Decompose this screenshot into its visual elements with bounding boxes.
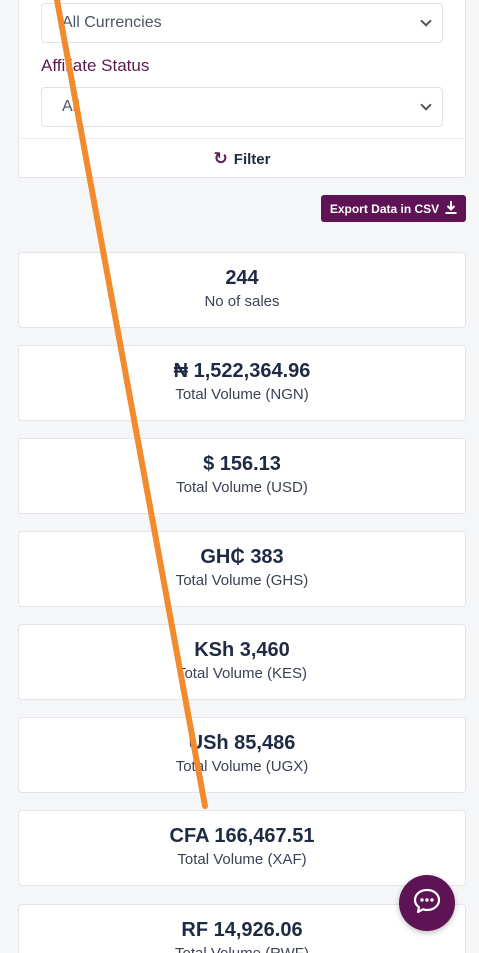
export-csv-button[interactable]: Export Data in CSV	[321, 195, 466, 222]
divider	[19, 138, 465, 139]
stat-card-sales: 244 No of sales	[18, 252, 466, 328]
affiliate-status-select-value: All	[62, 98, 80, 115]
filter-button-label: Filter	[233, 150, 271, 168]
stat-value: ₦ 1,522,364.96	[173, 360, 311, 382]
stat-label: Total Volume (GHS)	[175, 572, 309, 589]
refresh-icon: ↻	[213, 149, 228, 168]
stat-card-usd: $ 156.13 Total Volume (USD)	[18, 438, 466, 514]
currency-select[interactable]: All Currencies	[41, 3, 443, 43]
stat-value: KSh 3,460	[194, 639, 290, 661]
chevron-down-icon	[420, 15, 432, 27]
affiliate-status-select[interactable]: All	[41, 87, 443, 127]
filter-card: All Currencies Affiliate Status All ↻ Fi…	[18, 0, 466, 178]
affiliate-status-label: Affiliate Status	[41, 56, 150, 75]
stat-card-xaf: CFA 166,467.51 Total Volume (XAF)	[18, 810, 466, 886]
stat-value: CFA 166,467.51	[169, 825, 315, 847]
stat-card-ngn: ₦ 1,522,364.96 Total Volume (NGN)	[18, 345, 466, 421]
chat-bubble-icon	[412, 886, 442, 921]
stat-card-rwf: RF 14,926.06 Total Volume (RWF)	[18, 904, 466, 953]
stat-value: RF 14,926.06	[181, 919, 303, 941]
stat-value: 244	[225, 267, 259, 289]
export-csv-label: Export Data in CSV	[329, 201, 440, 216]
stat-value: USh 85,486	[188, 732, 296, 754]
stat-label: Total Volume (RWF)	[19, 945, 465, 953]
stat-label: Total Volume (XAF)	[177, 851, 307, 868]
stat-card-ugx: USh 85,486 Total Volume (UGX)	[18, 717, 466, 793]
stat-value: $ 156.13	[203, 453, 281, 475]
stat-label: No of sales	[204, 293, 280, 310]
chat-button[interactable]	[399, 875, 455, 931]
chevron-down-icon	[420, 99, 432, 111]
stat-value: GH₵ 383	[200, 546, 284, 568]
affiliate-sales-page: All Currencies Affiliate Status All ↻ Fi…	[0, 0, 479, 953]
stat-card-kes: KSh 3,460 Total Volume (KES)	[18, 624, 466, 700]
stat-label: Total Volume (USD)	[176, 479, 308, 496]
stat-label: Total Volume (NGN)	[175, 386, 309, 403]
stat-label: Total Volume (UGX)	[175, 758, 309, 775]
filter-button[interactable]: ↻ Filter	[19, 147, 465, 171]
stat-card-ghs: GH₵ 383 Total Volume (GHS)	[18, 531, 466, 607]
currency-select-value: All Currencies	[62, 14, 162, 31]
download-icon	[445, 201, 457, 216]
stat-label: Total Volume (KES)	[176, 665, 308, 682]
